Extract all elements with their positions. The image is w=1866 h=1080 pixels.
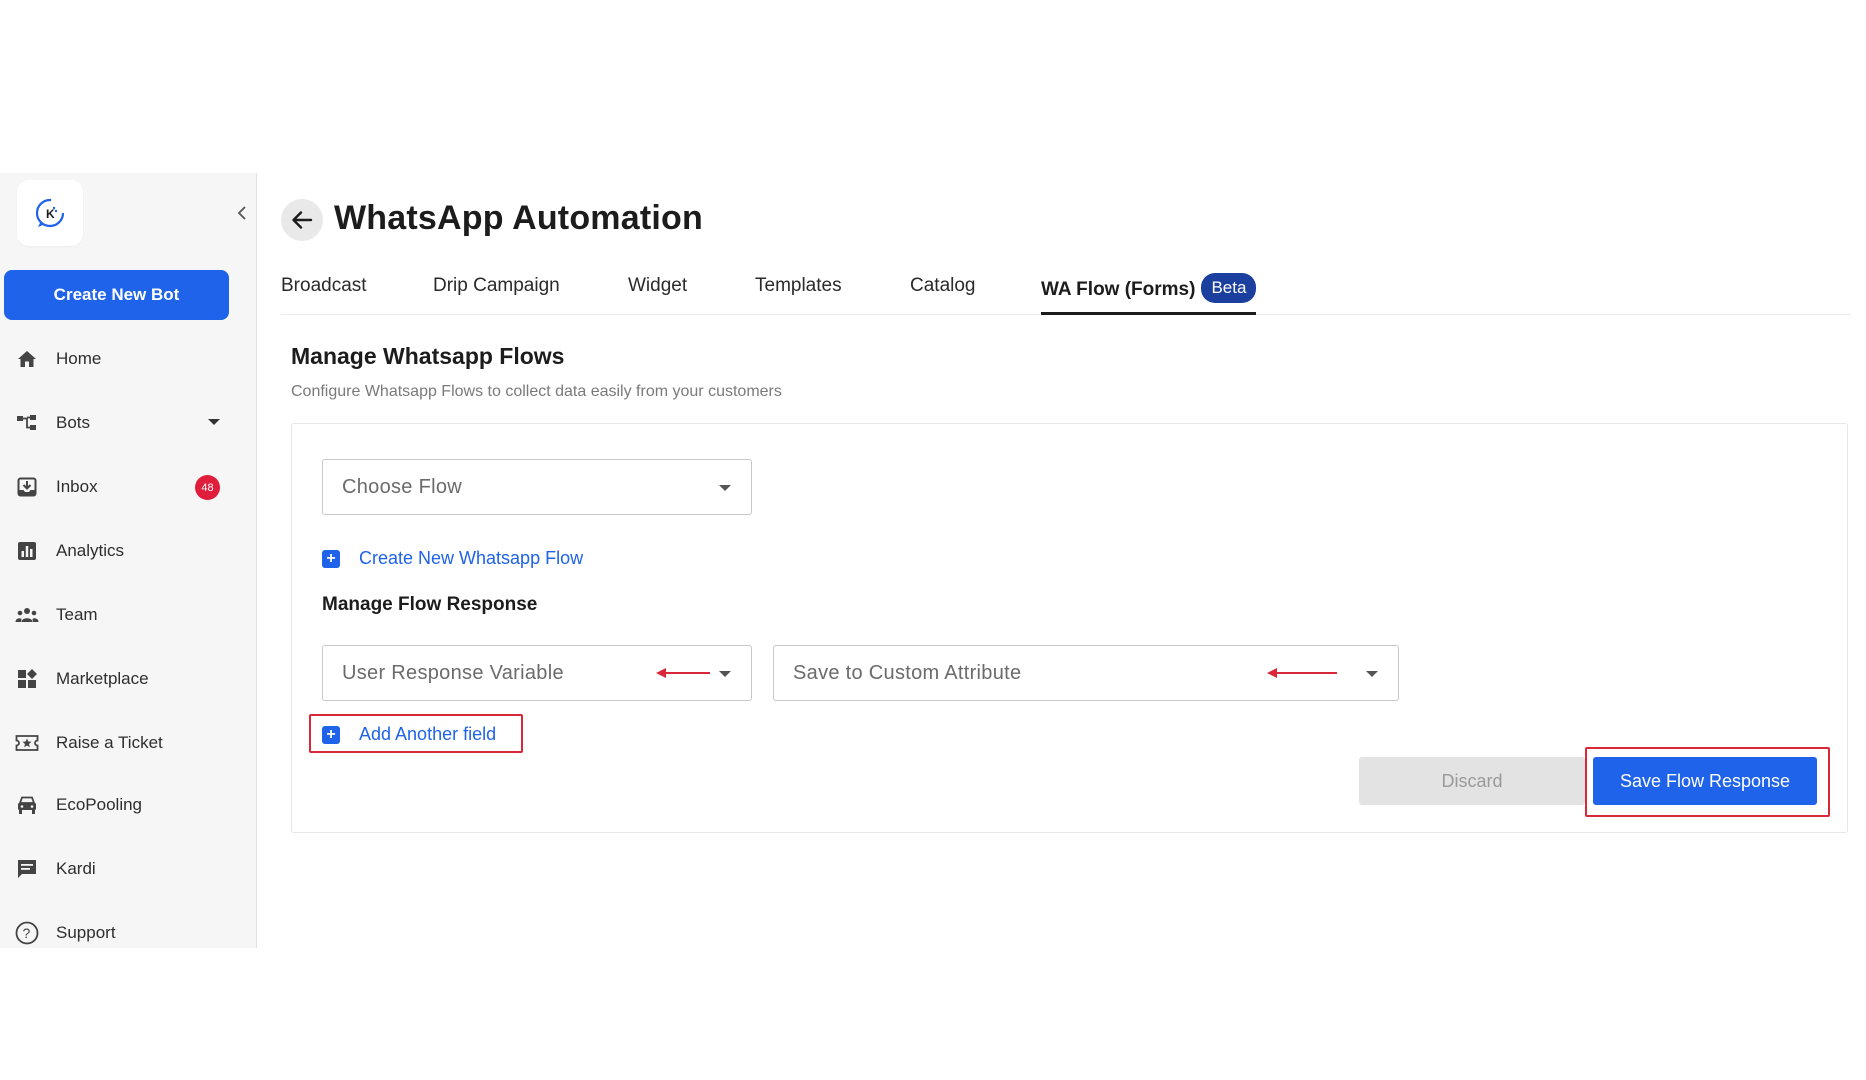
create-new-bot-button[interactable]: Create New Bot bbox=[4, 270, 229, 320]
sidebar-item-label: Kardi bbox=[56, 859, 96, 878]
chevron-left-icon bbox=[237, 206, 246, 220]
sidebar-item-inbox[interactable]: Inbox 48 bbox=[0, 465, 240, 509]
tab-broadcast[interactable]: Broadcast bbox=[281, 265, 367, 315]
sidebar-item-team[interactable]: Team bbox=[0, 593, 240, 637]
sidebar-item-label: Home bbox=[56, 349, 102, 368]
sidebar-item-raise-ticket[interactable]: Raise a Ticket bbox=[0, 721, 240, 765]
section-title: Manage Whatsapp Flows bbox=[291, 343, 565, 369]
home-icon bbox=[15, 348, 39, 370]
save-flow-response-button[interactable]: Save Flow Response bbox=[1593, 757, 1817, 805]
sidebar-item-marketplace[interactable]: Marketplace bbox=[0, 657, 240, 701]
manage-flow-response-title: Manage Flow Response bbox=[322, 594, 538, 615]
sidebar-item-label: Marketplace bbox=[56, 669, 149, 688]
discard-button[interactable]: Discard bbox=[1359, 757, 1585, 805]
chat-icon bbox=[15, 858, 39, 880]
red-arrow-annotation-icon bbox=[656, 668, 710, 678]
collapse-sidebar-button[interactable] bbox=[232, 203, 252, 223]
chevron-down-icon bbox=[719, 485, 731, 491]
sidebar-item-ecopooling[interactable]: EcoPooling bbox=[0, 783, 240, 827]
sidebar-item-support[interactable]: ? Support bbox=[0, 911, 240, 955]
app-window: K Create New Bot Home Bots Inbox 48 Anal… bbox=[0, 173, 1866, 948]
car-icon bbox=[15, 794, 39, 816]
analytics-icon bbox=[15, 540, 39, 562]
choose-flow-select[interactable]: Choose Flow bbox=[322, 459, 752, 515]
plus-icon: + bbox=[322, 549, 340, 568]
app-logo[interactable]: K bbox=[17, 180, 83, 246]
sidebar: K Create New Bot Home Bots Inbox 48 Anal… bbox=[0, 173, 257, 948]
sidebar-item-label: Raise a Ticket bbox=[56, 733, 163, 752]
help-icon: ? bbox=[15, 921, 39, 945]
save-custom-attribute-select[interactable]: Save to Custom Attribute bbox=[773, 645, 1399, 701]
sidebar-item-label: Bots bbox=[56, 413, 91, 432]
sidebar-item-kardi[interactable]: Kardi bbox=[0, 847, 240, 891]
sidebar-item-label: Support bbox=[56, 923, 116, 942]
sidebar-item-label: EcoPooling bbox=[56, 795, 143, 814]
arrow-left-icon bbox=[292, 211, 313, 229]
create-new-flow-link[interactable]: + Create New Whatsapp Flow bbox=[322, 548, 583, 569]
ticket-icon bbox=[15, 732, 39, 754]
link-label: Create New Whatsapp Flow bbox=[359, 548, 584, 568]
plus-icon: + bbox=[322, 725, 340, 744]
sidebar-item-label: Analytics bbox=[56, 541, 125, 560]
chevron-down-icon bbox=[719, 671, 731, 677]
tab-drip-campaign[interactable]: Drip Campaign bbox=[433, 265, 560, 315]
sidebar-item-analytics[interactable]: Analytics bbox=[0, 529, 240, 573]
section-subtitle: Configure Whatsapp Flows to collect data… bbox=[291, 383, 782, 400]
inbox-icon bbox=[15, 476, 39, 498]
sidebar-item-bots[interactable]: Bots bbox=[0, 401, 240, 445]
add-another-field-link[interactable]: + Add Another field bbox=[322, 724, 496, 745]
tab-bar: Broadcast Drip Campaign Widget Templates… bbox=[281, 265, 1851, 315]
svg-text:?: ? bbox=[23, 925, 31, 941]
select-placeholder: User Response Variable bbox=[342, 662, 564, 684]
tab-catalog[interactable]: Catalog bbox=[910, 265, 976, 315]
logo-icon: K bbox=[35, 198, 65, 228]
marketplace-icon bbox=[15, 668, 39, 690]
back-button[interactable] bbox=[281, 199, 323, 241]
sidebar-item-label: Inbox bbox=[56, 477, 98, 496]
page-title: WhatsApp Automation bbox=[334, 199, 703, 237]
bots-icon bbox=[15, 412, 39, 434]
sidebar-item-label: Team bbox=[56, 605, 98, 624]
tab-widget[interactable]: Widget bbox=[628, 265, 687, 315]
tab-templates[interactable]: Templates bbox=[755, 265, 842, 315]
beta-badge: Beta bbox=[1201, 273, 1257, 303]
sidebar-item-home[interactable]: Home bbox=[0, 337, 240, 381]
red-arrow-annotation-icon bbox=[1267, 668, 1337, 678]
link-label: Add Another field bbox=[359, 724, 497, 744]
tab-wa-flow-forms[interactable]: WA Flow (Forms) Beta bbox=[1041, 265, 1257, 315]
tab-label: WA Flow (Forms) bbox=[1041, 279, 1196, 301]
chevron-down-icon bbox=[1366, 671, 1378, 677]
chevron-down-icon[interactable] bbox=[208, 419, 220, 425]
inbox-count-badge: 48 bbox=[195, 475, 220, 500]
select-placeholder: Choose Flow bbox=[342, 476, 463, 498]
team-icon bbox=[15, 604, 39, 626]
flow-config-card: Choose Flow + Create New Whatsapp Flow M… bbox=[291, 423, 1848, 833]
user-response-variable-select[interactable]: User Response Variable bbox=[322, 645, 752, 701]
select-placeholder: Save to Custom Attribute bbox=[793, 662, 1022, 684]
